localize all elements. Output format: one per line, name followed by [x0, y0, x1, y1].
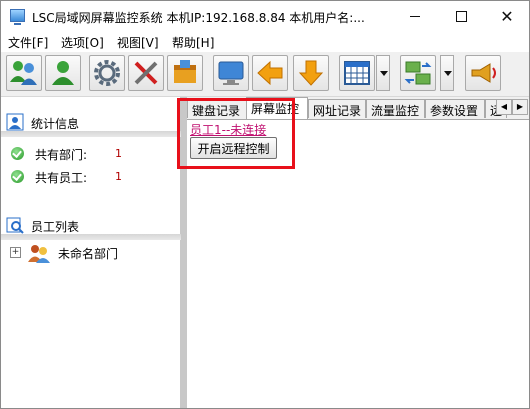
toolbar-tools-button[interactable] — [128, 55, 164, 91]
monitor-icon — [218, 61, 244, 85]
tab-scroll-left-icon[interactable]: ◀ — [496, 99, 512, 115]
tools-icon — [134, 61, 158, 85]
employee-list-header: 员工列表 — [1, 214, 181, 236]
monitor-app-icon — [10, 9, 25, 25]
toolbar-users-button[interactable] — [6, 55, 42, 91]
tab-scroll-right-icon[interactable]: ▶ — [512, 99, 528, 115]
toolbar-calendar-button[interactable] — [339, 55, 375, 91]
connection-status: 员工1--未连接 — [190, 121, 267, 138]
menu-bar: 文件[F] 选项[O] 视图[V] 帮助[H] — [1, 32, 529, 52]
statistics-icon — [6, 113, 24, 131]
employee-list-divider — [1, 234, 181, 240]
tab-settings[interactable]: 参数设置 — [425, 99, 485, 118]
app-window: LSC局域网屏幕监控系统 本机IP:192.168.8.84 本机用户名:...… — [0, 0, 530, 409]
tree-item-label: 未命名部门 — [58, 247, 119, 261]
search-document-icon — [6, 217, 24, 234]
user-icon — [52, 61, 74, 85]
tab-bar: 键盘记录 屏幕监控 网址记录 流量监控 参数设置 远 ◀ ▶ — [187, 97, 529, 120]
stat-label: 共有部门: — [35, 148, 88, 162]
close-button[interactable]: ✕ — [484, 1, 530, 32]
stat-label: 共有员工: — [35, 171, 88, 185]
stats-title: 统计信息 — [31, 117, 80, 131]
toolbar-monitor-button[interactable] — [213, 55, 249, 91]
maximize-button[interactable] — [438, 1, 484, 32]
menu-view[interactable]: 视图[V] — [117, 34, 159, 51]
network-transfer-icon — [404, 61, 432, 85]
users-icon — [10, 61, 37, 85]
menu-help[interactable]: 帮助[H] — [172, 34, 214, 51]
window-title: LSC局域网屏幕监控系统 本机IP:192.168.8.84 本机用户名:... — [32, 11, 365, 25]
menu-options[interactable]: 选项[O] — [61, 34, 104, 51]
tab-keyboard-log[interactable]: 键盘记录 — [187, 99, 247, 118]
toolbar-package-button[interactable] — [167, 55, 203, 91]
department-users-icon — [28, 245, 50, 263]
check-icon — [11, 170, 24, 183]
toolbar-back-button[interactable] — [252, 55, 288, 91]
employee-list-title: 员工列表 — [31, 220, 80, 234]
toolbar-network-button[interactable] — [400, 55, 436, 91]
settings-gear-icon — [94, 60, 120, 86]
right-panel: 键盘记录 屏幕监控 网址记录 流量监控 参数设置 远 ◀ ▶ 员工1--未连接 … — [187, 97, 529, 408]
toolbar — [1, 52, 529, 97]
left-panel: 统计信息 共有部门: 1 共有员工: 1 员工列表 + 未命名部门 — [1, 97, 183, 408]
tree-item-department[interactable]: + 未命名部门 — [8, 243, 178, 263]
toolbar-calendar-dropdown[interactable] — [376, 55, 390, 91]
expand-icon[interactable]: + — [10, 247, 21, 258]
broadcast-icon — [471, 63, 496, 83]
package-icon — [174, 60, 196, 83]
minimize-button[interactable] — [392, 1, 438, 32]
stats-header: 统计信息 — [1, 111, 181, 133]
toolbar-broadcast-button[interactable] — [465, 55, 501, 91]
stat-row-employees: 共有员工: 1 — [9, 168, 179, 186]
menu-file[interactable]: 文件[F] — [8, 34, 48, 51]
stat-value: 1 — [115, 170, 122, 183]
stats-divider — [1, 131, 181, 137]
calendar-grid-icon — [344, 61, 370, 85]
title-bar: LSC局域网屏幕监控系统 本机IP:192.168.8.84 本机用户名:...… — [1, 1, 529, 32]
stat-row-departments: 共有部门: 1 — [9, 145, 179, 163]
tab-screen-monitor[interactable]: 屏幕监控 — [246, 97, 308, 119]
maximize-icon — [456, 11, 467, 22]
stat-value: 1 — [115, 147, 122, 160]
check-icon — [11, 147, 24, 160]
toolbar-download-button[interactable] — [293, 55, 329, 91]
start-remote-control-button[interactable]: 开启远程控制 — [190, 137, 277, 159]
minimize-icon — [410, 16, 420, 17]
arrow-left-icon — [257, 60, 283, 86]
toolbar-network-dropdown[interactable] — [440, 55, 454, 91]
toolbar-settings-button[interactable] — [89, 55, 125, 91]
tab-traffic-monitor[interactable]: 流量监控 — [366, 99, 425, 118]
toolbar-user-button[interactable] — [45, 55, 81, 91]
close-icon: ✕ — [500, 7, 514, 26]
tab-url-log[interactable]: 网址记录 — [308, 99, 366, 118]
arrow-down-icon — [298, 60, 324, 86]
